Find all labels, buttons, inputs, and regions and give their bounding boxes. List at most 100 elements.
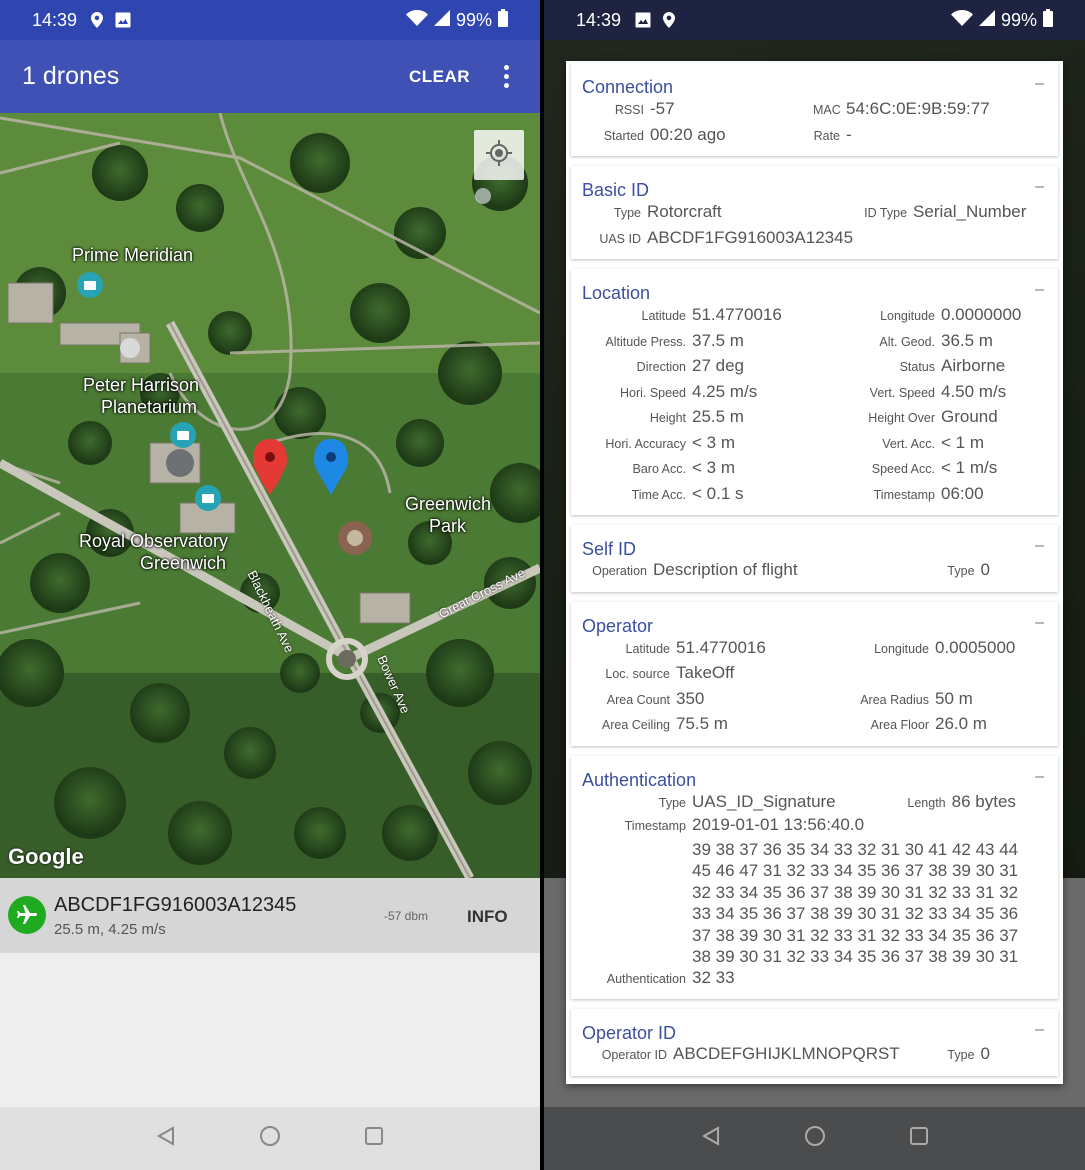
operator-id-type-label: Type — [947, 1048, 975, 1062]
collapse-icon[interactable]: – — [1035, 1021, 1044, 1039]
collapse-icon[interactable]: – — [1035, 75, 1044, 93]
field-value: 36.5 m — [941, 330, 993, 350]
field-cell: Hori. Speed 4.25 m/s — [582, 382, 813, 406]
mac-label: MAC — [813, 103, 841, 117]
field-value: 27 deg — [692, 356, 744, 375]
field-value: 26.0 m — [935, 714, 987, 733]
field-label: Status — [899, 360, 935, 374]
field-cell: Altitude Press. 37.5 m — [582, 331, 813, 355]
overflow-menu-icon[interactable] — [500, 65, 512, 88]
field-cell: Baro Acc. < 3 m — [582, 458, 813, 482]
self-id-type-value: 0 — [980, 560, 990, 579]
drone-rssi: -57 dbm — [384, 909, 429, 923]
auth-type-label: Type — [658, 795, 686, 810]
type-label: Type — [613, 206, 641, 220]
field-value: TakeOff — [676, 663, 735, 682]
operator-id-type-value: 0 — [980, 1044, 990, 1063]
auth-hex-line: 37 38 39 30 31 32 33 31 32 33 34 35 36 3… — [692, 925, 1019, 945]
auth-hex-line: 33 34 35 36 37 38 39 30 31 32 33 34 35 3… — [692, 904, 1019, 923]
battery-icon — [1043, 8, 1053, 32]
authentication-label: Authentication — [606, 971, 686, 986]
field-value: 75.5 m — [676, 714, 728, 733]
rate-value: - — [846, 124, 852, 144]
battery-percent: 99% — [1000, 9, 1037, 30]
field-cell: Vert. Acc. < 1 m — [813, 433, 1044, 457]
home-icon[interactable] — [804, 1125, 826, 1152]
field-value: 0.0005000 — [935, 637, 1016, 657]
info-button[interactable]: INFO — [467, 907, 508, 927]
auth-timestamp-value: 2019-01-01 13:56:40.0 — [692, 815, 865, 834]
image-icon — [115, 12, 131, 28]
field-cell: Hori. Accuracy < 3 m — [582, 433, 813, 457]
field-cell: Alt. Geod. 36.5 m — [813, 331, 1044, 355]
field-cell: Time Acc. < 0.1 s — [582, 484, 813, 508]
type-value: Rotorcraft — [647, 202, 722, 221]
home-icon[interactable] — [259, 1125, 281, 1152]
recents-icon[interactable] — [908, 1125, 930, 1152]
back-icon[interactable] — [700, 1125, 722, 1152]
map-label-park-1: Greenwich — [405, 494, 492, 514]
field-label: Speed Acc. — [871, 462, 935, 476]
field-cell: Height 25.5 m — [582, 407, 813, 431]
details-screen: 14:39 99% Connection – RSSI -57 MAC 54:6C:… — [544, 0, 1085, 1170]
auth-hex-line: 39 38 37 36 35 34 33 32 31 30 41 42 43 4… — [692, 839, 1019, 859]
field-value: < 3 m — [692, 458, 735, 477]
drone-list-item[interactable]: ABCDF1FG916003A12345 25.5 m, 4.25 m/s -5… — [0, 878, 540, 953]
field-label: Longitude — [874, 641, 929, 656]
auth-hex-line: 32 33 34 35 36 37 38 39 30 31 32 33 31 3… — [692, 882, 1019, 902]
drone-count-title: 1 drones — [22, 62, 120, 90]
collapse-icon[interactable]: – — [1035, 178, 1044, 196]
auth-length-value: 86 bytes — [951, 791, 1016, 811]
map-label-planetarium-2: Planetarium — [101, 397, 198, 417]
collapse-icon[interactable]: – — [1035, 768, 1044, 786]
map-label-prime-meridian: Prime Meridian — [72, 245, 194, 265]
battery-icon — [498, 8, 508, 32]
nav-bar — [0, 1107, 540, 1170]
location-card: Location – Latitude 51.4770016 Longitude 0.… — [571, 269, 1058, 515]
auth-hex-line: 45 46 47 31 32 33 34 35 36 37 38 39 30 3… — [692, 861, 1019, 880]
status-time: 14:39 — [32, 9, 78, 30]
field-cell: Vert. Speed 4.50 m/s — [813, 382, 1044, 406]
image-icon — [635, 12, 651, 28]
operator-id-value: ABCDEFGHIJKLMNOPQRST — [673, 1044, 900, 1063]
collapse-icon[interactable]: – — [1035, 614, 1044, 632]
field-value: 350 — [676, 688, 705, 708]
operator-title: Operator — [582, 615, 654, 636]
authentication-value: 32 33 — [692, 967, 735, 987]
field-value: 0.0000000 — [941, 305, 1022, 324]
field-cell: Area Count 350 — [582, 689, 813, 713]
wifi-icon — [950, 9, 973, 31]
clear-button[interactable]: CLEAR — [409, 67, 470, 87]
rssi-label: RSSI — [614, 103, 644, 117]
signal-icon — [978, 9, 995, 31]
started-value: 00:20 ago — [650, 124, 726, 144]
my-location-button[interactable] — [474, 130, 524, 180]
authentication-card: Authentication – Type UAS_ID_Signature Le… — [571, 755, 1058, 999]
map-label-observatory-1: Royal Observatory — [79, 531, 229, 551]
collapse-icon[interactable]: – — [1035, 281, 1044, 299]
field-value: 51.4770016 — [676, 637, 766, 657]
wifi-icon — [405, 9, 428, 31]
signal-icon — [433, 9, 450, 31]
field-cell: Height Over Ground — [813, 407, 1044, 431]
field-label: Direction — [636, 360, 686, 374]
google-logo: Google — [8, 844, 84, 869]
drone-height-speed: 25.5 m, 4.25 m/s — [54, 921, 166, 938]
auth-data-hex: 39 38 37 36 35 34 33 32 31 30 41 42 43 4… — [692, 839, 1052, 968]
collapse-icon[interactable]: – — [1035, 537, 1044, 555]
recents-icon[interactable] — [363, 1125, 385, 1152]
connection-title: Connection — [582, 77, 674, 97]
back-icon[interactable] — [155, 1125, 177, 1152]
location-icon — [91, 12, 104, 28]
field-label: Height — [649, 411, 686, 425]
rate-label: Rate — [813, 128, 840, 143]
field-cell: Timestamp 06:00 — [813, 484, 1044, 508]
field-label: Hori. Speed — [619, 385, 686, 400]
operator-id-card: Operator ID – Operator ID ABCDEFGHIJKLMN… — [571, 1009, 1058, 1076]
status-bar: 14:39 99% — [544, 0, 1085, 40]
satellite-map[interactable]: Prime Meridian Peter Harrison Planetariu… — [0, 113, 540, 878]
authentication-title: Authentication — [582, 769, 697, 790]
field-cell: Area Floor 26.0 m — [813, 714, 1044, 738]
id-type-label: ID Type — [864, 206, 908, 220]
location-title: Location — [582, 283, 651, 303]
